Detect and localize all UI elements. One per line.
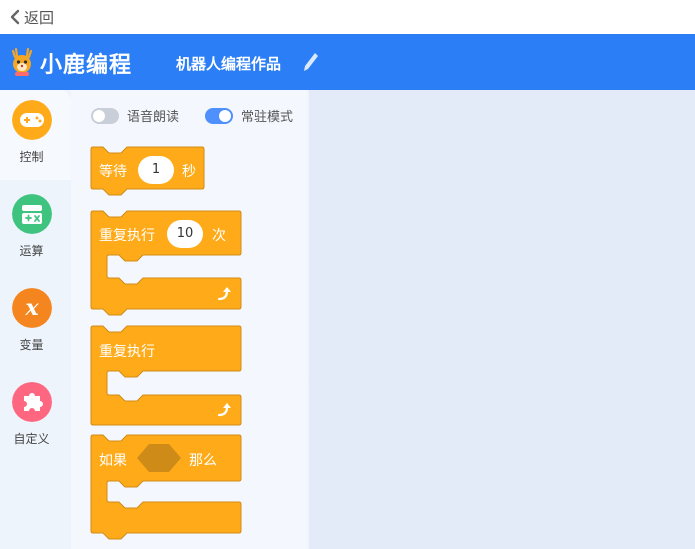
calculator-icon [12, 194, 52, 234]
repeat-count-unit: 次 [212, 228, 226, 244]
back-button[interactable]: 返回 [10, 7, 54, 28]
repeat-count-label: 重复执行 [99, 228, 155, 244]
category-operators[interactable]: 运算 [0, 184, 71, 274]
category-sidebar: 控制 运算 x 变量 自定义 [0, 90, 71, 549]
code-workspace[interactable] [311, 90, 695, 549]
block-palette: 语音朗读 常驻模式 等待 1 秒 重复执行 10 次 重复执行 如果 那么 [71, 90, 311, 549]
category-label: 控制 [19, 150, 44, 164]
wait-unit: 秒 [182, 164, 196, 180]
wait-seconds-input[interactable]: 1 [138, 156, 174, 184]
pencil-icon[interactable] [302, 51, 320, 73]
then-label: 那么 [189, 453, 217, 469]
category-label: 运算 [19, 244, 44, 258]
project-title[interactable]: 机器人编程作品 [176, 53, 281, 74]
back-label: 返回 [24, 8, 55, 27]
svg-text:x: x [24, 295, 39, 321]
category-label: 自定义 [13, 432, 50, 446]
app-header: 小鹿编程 机器人编程作品 [0, 34, 695, 90]
category-label: 变量 [19, 338, 44, 352]
deer-logo-icon [11, 47, 33, 76]
repeat-count-input[interactable]: 10 [167, 220, 203, 248]
top-bar: 返回 [0, 0, 695, 34]
app-title: 小鹿编程 [40, 53, 133, 78]
chevron-left-icon [10, 9, 20, 25]
puzzle-icon [12, 382, 52, 422]
category-control[interactable]: 控制 [0, 90, 71, 180]
category-variables[interactable]: x 变量 [0, 278, 71, 368]
category-custom[interactable]: 自定义 [0, 372, 71, 462]
if-label: 如果 [99, 453, 127, 469]
repeat-forever-label: 重复执行 [99, 344, 155, 360]
variable-x-icon: x [12, 288, 52, 328]
gamepad-icon [12, 100, 52, 140]
block-shapes [90, 146, 242, 540]
wait-label: 等待 [99, 164, 127, 180]
